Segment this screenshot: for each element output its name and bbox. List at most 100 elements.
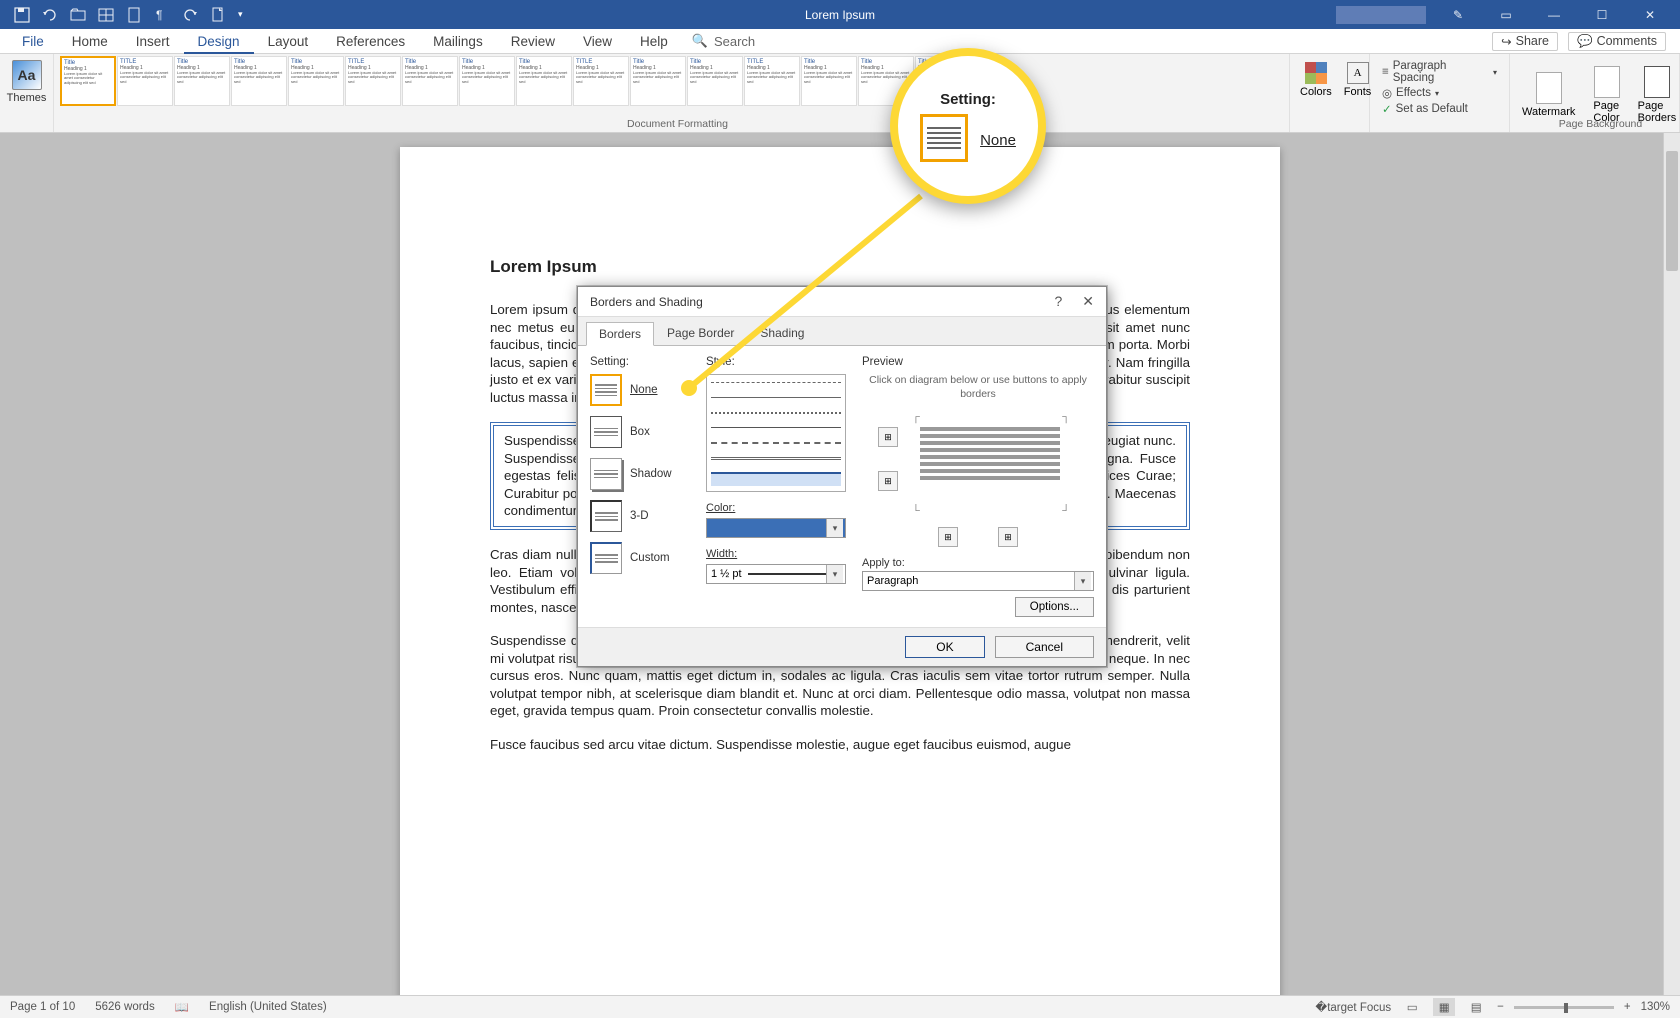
dialog-tab-shading[interactable]: Shading: [747, 321, 817, 345]
page-borders-button[interactable]: Page Borders: [1632, 64, 1680, 126]
dialog-tab-borders[interactable]: Borders: [586, 322, 654, 346]
tab-review[interactable]: Review: [497, 29, 569, 54]
tab-layout[interactable]: Layout: [254, 29, 323, 54]
tab-insert[interactable]: Insert: [122, 29, 184, 54]
status-words[interactable]: 5626 words: [95, 1001, 154, 1013]
ok-button[interactable]: OK: [905, 636, 984, 658]
zoom-in-button[interactable]: +: [1624, 1001, 1631, 1013]
watermark-icon: [1536, 72, 1562, 104]
print-layout-button[interactable]: ▦: [1433, 998, 1455, 1016]
callout-none-label: None: [980, 132, 1016, 149]
style-thumb[interactable]: TITLEHeading 1Lorem ipsum dolor sit amet…: [117, 56, 173, 106]
set-default-button[interactable]: ✓Set as Default: [1382, 102, 1497, 116]
tab-help[interactable]: Help: [626, 29, 682, 54]
page-borders-icon: [1644, 66, 1670, 98]
preview-hint: Click on diagram below or use buttons to…: [862, 374, 1094, 401]
options-button[interactable]: Options...: [1015, 597, 1094, 617]
border-style-list[interactable]: [706, 374, 846, 492]
callout-magnifier: Setting: None: [890, 48, 1046, 204]
dialog-tab-page-border[interactable]: Page Border: [654, 321, 747, 345]
ribbon-options-icon[interactable]: ✎: [1438, 2, 1478, 28]
spellcheck-icon[interactable]: 📖: [175, 1000, 189, 1014]
apply-to-dropdown[interactable]: Paragraph: [862, 571, 1094, 591]
tab-home[interactable]: Home: [58, 29, 122, 54]
tab-view[interactable]: View: [569, 29, 626, 54]
setting-3d[interactable]: 3-D: [590, 500, 690, 532]
style-thumb[interactable]: TitleHeading 1Lorem ipsum dolor sit amet…: [801, 56, 857, 106]
comments-button[interactable]: 💬Comments: [1568, 32, 1666, 51]
table-icon[interactable]: [98, 7, 114, 23]
style-thumb[interactable]: TitleHeading 1Lorem ipsum dolor sit amet…: [174, 56, 230, 106]
redo-icon[interactable]: [182, 7, 198, 23]
qat-customize-icon[interactable]: ▾: [238, 9, 243, 20]
close-button[interactable]: ✕: [1630, 2, 1670, 28]
setting-box[interactable]: Box: [590, 416, 690, 448]
read-mode-button[interactable]: ▭: [1401, 998, 1423, 1016]
style-thumb[interactable]: TitleHeading 1Lorem ipsum dolor sit amet…: [459, 56, 515, 106]
effects-button[interactable]: ◎Effects ▾: [1382, 86, 1497, 100]
style-gallery[interactable]: TitleHeading 1Lorem ipsum dolor sit amet…: [60, 56, 1283, 112]
undo-icon[interactable]: [42, 7, 58, 23]
ribbon-display-icon[interactable]: ▭: [1486, 2, 1526, 28]
share-button[interactable]: ↪Share: [1492, 32, 1558, 51]
themes-icon: Aa: [12, 60, 42, 90]
dialog-title: Borders and Shading: [590, 295, 703, 309]
style-thumb[interactable]: TitleHeading 1Lorem ipsum dolor sit amet…: [687, 56, 743, 106]
border-bottom-toggle[interactable]: ⊞: [878, 471, 898, 491]
page-color-button[interactable]: Page Color: [1587, 64, 1625, 126]
border-left-toggle[interactable]: ⊞: [938, 527, 958, 547]
page-icon[interactable]: [126, 7, 142, 23]
scrollbar-thumb[interactable]: [1666, 151, 1678, 271]
vertical-scrollbar[interactable]: [1663, 133, 1680, 995]
folder-icon[interactable]: [70, 7, 86, 23]
themes-button[interactable]: Aa Themes: [1, 56, 53, 108]
save-icon[interactable]: [14, 7, 30, 23]
cancel-button[interactable]: Cancel: [995, 636, 1094, 658]
setting-3d-icon: [590, 500, 622, 532]
style-thumb[interactable]: TITLEHeading 1Lorem ipsum dolor sit amet…: [573, 56, 629, 106]
new-doc-icon[interactable]: [210, 7, 226, 23]
colors-button[interactable]: Colors: [1296, 60, 1336, 100]
preview-diagram[interactable]: ⊞ ⊞ ┌ ┐ └ ┘: [872, 409, 1084, 519]
style-thumb[interactable]: TitleHeading 1Lorem ipsum dolor sit amet…: [231, 56, 287, 106]
border-right-toggle[interactable]: ⊞: [998, 527, 1018, 547]
search-placeholder: Search: [714, 34, 755, 49]
comment-icon: 💬: [1577, 34, 1593, 49]
zoom-out-button[interactable]: −: [1497, 1001, 1504, 1013]
dialog-help-button[interactable]: ?: [1054, 293, 1062, 310]
zoom-slider[interactable]: [1514, 1006, 1614, 1009]
style-thumb[interactable]: TitleHeading 1Lorem ipsum dolor sit amet…: [516, 56, 572, 106]
style-thumb[interactable]: TitleHeading 1Lorem ipsum dolor sit amet…: [288, 56, 344, 106]
focus-mode-button[interactable]: �target Focus: [1315, 1000, 1391, 1014]
watermark-button[interactable]: Watermark: [1516, 70, 1581, 120]
zoom-level[interactable]: 130%: [1641, 1001, 1670, 1013]
web-layout-button[interactable]: ▤: [1465, 998, 1487, 1016]
search-box[interactable]: 🔍 Search: [692, 33, 755, 49]
paragraph-icon[interactable]: ¶: [154, 7, 170, 23]
style-thumb[interactable]: TITLEHeading 1Lorem ipsum dolor sit amet…: [345, 56, 401, 106]
dialog-close-button[interactable]: ✕: [1082, 293, 1094, 310]
paragraph-spacing-button[interactable]: ≡Paragraph Spacing ▾: [1382, 60, 1497, 84]
tab-file[interactable]: File: [8, 29, 58, 54]
color-dropdown[interactable]: [706, 518, 846, 538]
setting-custom[interactable]: Custom: [590, 542, 690, 574]
user-account[interactable]: [1336, 6, 1426, 24]
search-icon: 🔍: [692, 33, 708, 49]
menu-bar: File Home Insert Design Layout Reference…: [0, 29, 1680, 54]
tab-design[interactable]: Design: [184, 29, 254, 54]
style-thumb[interactable]: TitleHeading 1Lorem ipsum dolor sit amet…: [402, 56, 458, 106]
status-language[interactable]: English (United States): [209, 1001, 327, 1013]
style-thumb[interactable]: TITLEHeading 1Lorem ipsum dolor sit amet…: [744, 56, 800, 106]
border-top-toggle[interactable]: ⊞: [878, 427, 898, 447]
minimize-button[interactable]: —: [1534, 2, 1574, 28]
style-thumb[interactable]: TitleHeading 1Lorem ipsum dolor sit amet…: [630, 56, 686, 106]
tab-references[interactable]: References: [322, 29, 419, 54]
maximize-button[interactable]: ☐: [1582, 2, 1622, 28]
status-page[interactable]: Page 1 of 10: [10, 1001, 75, 1013]
tab-mailings[interactable]: Mailings: [419, 29, 497, 54]
dialog-titlebar[interactable]: Borders and Shading ? ✕: [578, 287, 1106, 317]
setting-none[interactable]: None: [590, 374, 690, 406]
setting-shadow[interactable]: Shadow: [590, 458, 690, 490]
style-thumb[interactable]: TitleHeading 1Lorem ipsum dolor sit amet…: [60, 56, 116, 106]
width-dropdown[interactable]: 1 ½ pt: [706, 564, 846, 584]
